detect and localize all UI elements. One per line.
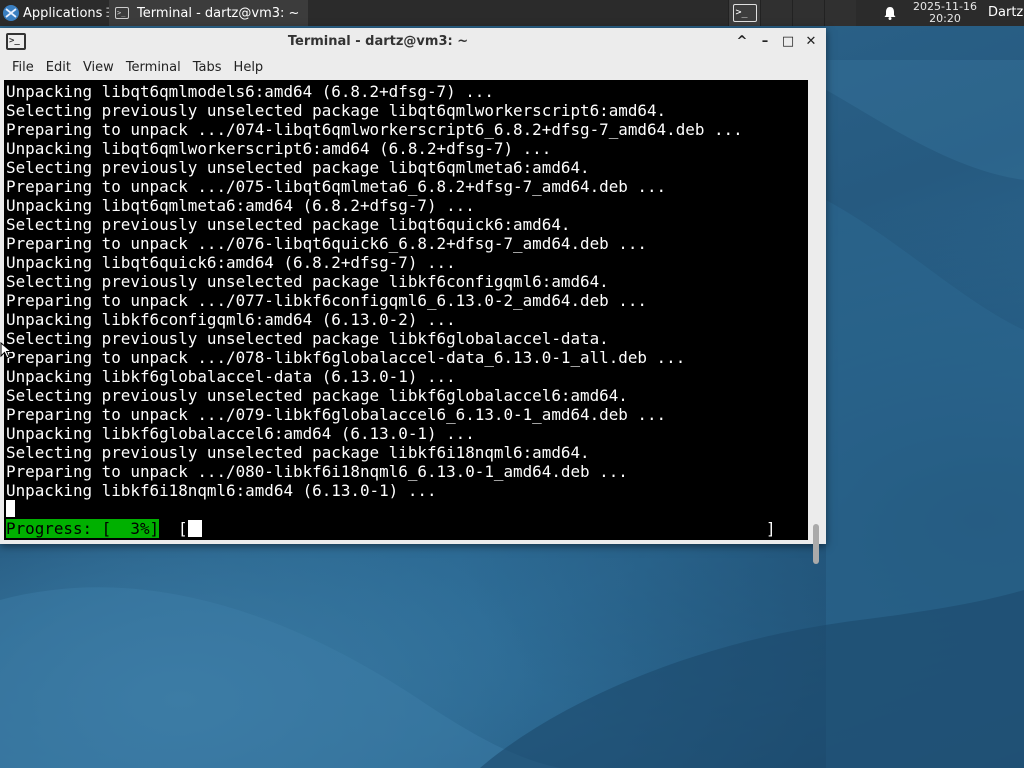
terminal-line: Preparing to unpack .../080-libkf6i18nqm… <box>6 462 628 481</box>
menu-tabs[interactable]: Tabs <box>187 56 228 80</box>
workspace-4[interactable] <box>824 0 856 26</box>
terminal-line: Selecting previously unselected package … <box>6 386 628 405</box>
shade-button[interactable]: ^ <box>734 34 750 50</box>
terminal-icon: >_ <box>115 7 129 19</box>
taskbar-terminal-button[interactable]: >_ Terminal - dartz@vm3: ~ <box>109 0 308 26</box>
scrollbar-thumb[interactable] <box>813 524 819 564</box>
terminal-line: Unpacking libkf6i18nqml6:amd64 (6.13.0-1… <box>6 481 437 500</box>
applications-menu-button[interactable]: Applications ☰ <box>0 0 117 26</box>
window-title: Terminal - dartz@vm3: ~ <box>287 34 469 49</box>
maximize-button[interactable]: □ <box>780 34 796 50</box>
terminal-line: Selecting previously unselected package … <box>6 329 609 348</box>
workspace-2[interactable] <box>760 0 792 26</box>
terminal-line: Unpacking libqt6qmlworkerscript6:amd64 (… <box>6 139 552 158</box>
close-button[interactable]: ✕ <box>803 34 819 50</box>
terminal-line: Preparing to unpack .../078-libkf6global… <box>6 348 686 367</box>
mouse-pointer-icon <box>0 342 13 359</box>
user-menu[interactable]: Dartz <box>988 0 1023 26</box>
menu-edit[interactable]: Edit <box>40 56 77 80</box>
menu-file[interactable]: File <box>6 56 40 80</box>
terminal-line: Preparing to unpack .../074-libqt6qmlwor… <box>6 120 743 139</box>
progress-bracket-open: [ <box>178 519 188 538</box>
terminal-scrollbar[interactable] <box>808 80 826 564</box>
terminal-line: Unpacking libkf6configqml6:amd64 (6.13.0… <box>6 310 456 329</box>
menu-view[interactable]: View <box>77 56 120 80</box>
terminal-line: Unpacking libkf6globalaccel6:amd64 (6.13… <box>6 424 475 443</box>
terminal-line: Selecting previously unselected package … <box>6 215 571 234</box>
terminal-line: Preparing to unpack .../079-libkf6global… <box>6 405 667 424</box>
window-titlebar[interactable]: >_ Terminal - dartz@vm3: ~ ^ – □ ✕ <box>0 28 826 56</box>
clock-time: 20:20 <box>929 12 961 25</box>
menu-terminal[interactable]: Terminal <box>120 56 187 80</box>
top-panel: Applications ☰ >_ Terminal - dartz@vm3: … <box>0 0 1024 26</box>
terminal-line: Selecting previously unselected package … <box>6 101 667 120</box>
terminal-line: Selecting previously unselected package … <box>6 158 590 177</box>
terminal-lines: Unpacking libqt6qmlmodels6:amd64 (6.8.2+… <box>6 82 743 500</box>
xfce-logo-icon <box>3 5 19 21</box>
progress-bracket-close: ] <box>766 519 776 538</box>
terminal-line: Selecting previously unselected package … <box>6 443 590 462</box>
progress-label: Progress: [ 3%] <box>6 519 160 538</box>
terminal-line: Preparing to unpack .../077-libkf6config… <box>6 291 647 310</box>
workspace-terminal-icon: >_ <box>732 4 757 22</box>
terminal-line: Preparing to unpack .../076-libqt6quick6… <box>6 234 647 253</box>
terminal-line: Selecting previously unselected package … <box>6 272 609 291</box>
terminal-line: Unpacking libqt6qmlmodels6:amd64 (6.8.2+… <box>6 82 494 101</box>
bell-icon[interactable] <box>882 5 898 21</box>
minimize-button[interactable]: – <box>757 34 773 50</box>
menu-help[interactable]: Help <box>228 56 270 80</box>
applications-label: Applications <box>23 5 103 21</box>
progress-bar-fill <box>188 520 202 537</box>
terminal-window: >_ Terminal - dartz@vm3: ~ ^ – □ ✕ File … <box>0 28 826 564</box>
terminal-line: Unpacking libkf6globalaccel-data (6.13.0… <box>6 367 456 386</box>
progress-row: Progress: [ 3%] [ ] <box>6 519 776 538</box>
workspace-3[interactable] <box>792 0 824 26</box>
clock[interactable]: 2025-11-16 20:20 <box>906 1 984 25</box>
terminal-output[interactable]: Unpacking libqt6qmlmodels6:amd64 (6.8.2+… <box>4 80 808 540</box>
workspace-switcher[interactable]: >_ <box>728 0 858 26</box>
menu-bar: File Edit View Terminal Tabs Help <box>0 56 826 80</box>
terminal-line: Preparing to unpack .../075-libqt6qmlmet… <box>6 177 667 196</box>
terminal-line: Unpacking libqt6qmlmeta6:amd64 (6.8.2+df… <box>6 196 475 215</box>
taskbar-terminal-title: Terminal - dartz@vm3: ~ <box>137 5 300 21</box>
workspace-1[interactable]: >_ <box>728 0 760 26</box>
terminal-line: Unpacking libqt6quick6:amd64 (6.8.2+dfsg… <box>6 253 456 272</box>
terminal-cursor <box>6 500 15 517</box>
